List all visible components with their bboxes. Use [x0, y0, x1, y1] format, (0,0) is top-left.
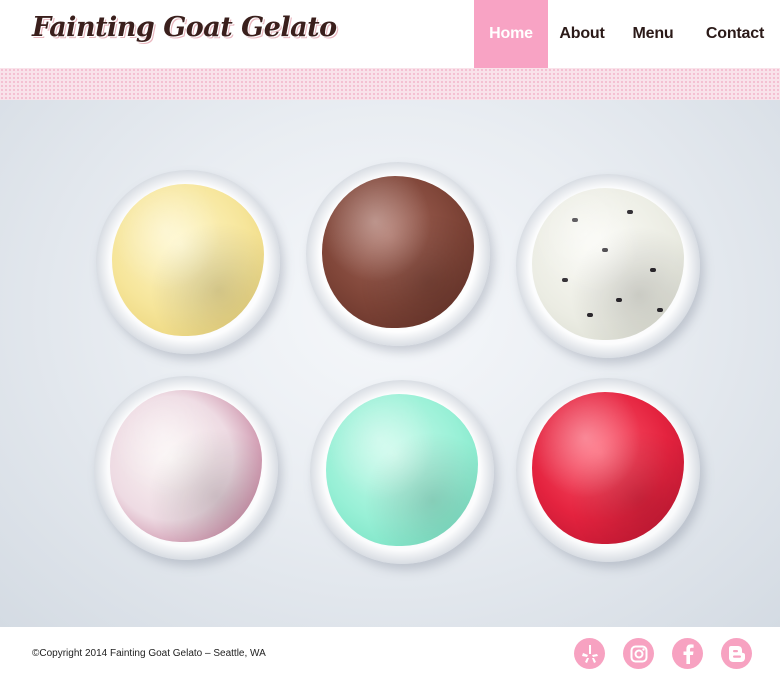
gelato-scoop-mint [326, 394, 478, 546]
gelato-scoop-cookies-and-cream [532, 188, 684, 340]
hero-gelato-image [0, 100, 780, 627]
gelato-cup-vanilla [96, 170, 280, 354]
gelato-scoop-raspberry [532, 392, 684, 544]
nav-contact[interactable]: Contact [690, 0, 780, 68]
instagram-icon[interactable] [623, 638, 654, 669]
social-links [574, 638, 752, 669]
gelato-cup-mint [310, 380, 494, 564]
gelato-scoop-vanilla [112, 184, 264, 336]
site-footer: ©Copyright 2014 Fainting Goat Gelato – S… [0, 627, 780, 683]
site-logo[interactable]: Fainting Goat Gelato [32, 12, 337, 43]
gelato-cup-cookies-and-cream [516, 174, 700, 358]
nav-menu[interactable]: Menu [616, 0, 690, 68]
gelato-cup-chocolate [306, 162, 490, 346]
blogger-icon[interactable] [721, 638, 752, 669]
main-nav: Home About Menu Contact [474, 0, 780, 68]
decorative-dotted-stripe [0, 68, 780, 100]
copyright-text: ©Copyright 2014 Fainting Goat Gelato – S… [32, 648, 266, 659]
nav-home[interactable]: Home [474, 0, 548, 68]
nav-about[interactable]: About [548, 0, 616, 68]
gelato-scoop-berry-swirl [110, 390, 262, 542]
gelato-cup-berry-swirl [94, 376, 278, 560]
yelp-icon[interactable] [574, 638, 605, 669]
site-header: Fainting Goat Gelato Home About Menu Con… [0, 0, 780, 68]
gelato-cup-raspberry [516, 378, 700, 562]
facebook-icon[interactable] [672, 638, 703, 669]
gelato-scoop-chocolate [322, 176, 474, 328]
